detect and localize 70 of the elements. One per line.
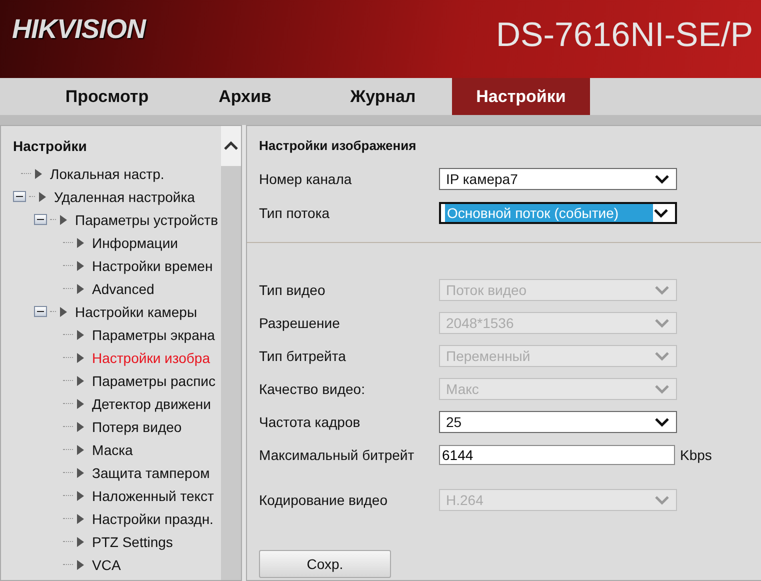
- tree-item[interactable]: Защита тампером: [92, 464, 210, 480]
- tree-item[interactable]: Параметры экрана: [92, 326, 215, 342]
- tree-item[interactable]: Локальная настр.: [50, 166, 164, 182]
- triangle-icon: [77, 536, 84, 546]
- triangle-icon: [77, 514, 84, 524]
- chevron-down-icon: [654, 350, 670, 360]
- tree-item[interactable]: Удаленная настройка: [54, 188, 195, 204]
- device-model: DS-7616NI-SE/P: [496, 16, 753, 54]
- field-label: Кодирование видео: [259, 492, 388, 508]
- tree-item[interactable]: Информации: [92, 234, 178, 250]
- tree-item[interactable]: Настройки праздн.: [92, 510, 214, 526]
- tree-item[interactable]: Настройки камеры: [75, 304, 198, 320]
- chevron-down-icon: [653, 208, 669, 218]
- field-label: Тип потока: [259, 205, 331, 221]
- triangle-icon: [60, 306, 67, 316]
- tree-item[interactable]: Параметры распис: [92, 372, 216, 388]
- triangle-icon: [77, 444, 84, 454]
- tree-item[interactable]: Advanced: [92, 280, 154, 296]
- triangle-icon: [77, 352, 84, 362]
- chevron-down-icon: [654, 416, 670, 426]
- collapse-toggle[interactable]: [34, 214, 47, 225]
- field-label: Номер канала: [259, 171, 353, 187]
- dropdown[interactable]: IP камера7: [439, 168, 677, 190]
- field-label: Максимальный битрейт: [259, 446, 416, 462]
- scrollbar[interactable]: [221, 126, 241, 580]
- triangle-icon: [77, 560, 84, 570]
- tree-item[interactable]: Маска: [92, 442, 133, 458]
- triangle-icon: [77, 398, 84, 408]
- save-button[interactable]: Сохр.: [259, 550, 391, 578]
- collapse-toggle[interactable]: [13, 191, 26, 202]
- collapse-toggle[interactable]: [34, 306, 47, 317]
- tree-item[interactable]: Потеря видео: [92, 418, 182, 434]
- nav-tab[interactable]: Настройки: [452, 78, 590, 115]
- triangle-icon: [60, 214, 67, 224]
- tree-item[interactable]: Детектор движени: [92, 396, 211, 412]
- dropdown[interactable]: 25: [439, 410, 677, 432]
- triangle-icon: [77, 260, 84, 270]
- triangle-icon: [77, 330, 84, 340]
- field-label: Разрешение: [259, 314, 341, 330]
- triangle-icon: [39, 192, 46, 202]
- unit-label: Kbps: [680, 446, 712, 462]
- tree-item[interactable]: PTZ Settings: [92, 534, 173, 550]
- tree-item[interactable]: Параметры устройств: [75, 212, 218, 228]
- triangle-icon: [77, 490, 84, 500]
- panel-title: Настройки изображения: [259, 138, 418, 153]
- sidebar-title: Настройки: [13, 138, 88, 154]
- tree-item[interactable]: VCA: [92, 556, 121, 572]
- triangle-icon: [77, 376, 84, 386]
- triangle-icon: [77, 468, 84, 478]
- field-label: Качество видео:: [259, 380, 366, 396]
- nav-tab[interactable]: Просмотр: [38, 78, 176, 115]
- nav-tab[interactable]: Журнал: [314, 78, 452, 115]
- chevron-up-icon[interactable]: [223, 141, 239, 151]
- field-label: Тип видео: [259, 282, 326, 298]
- triangle-icon: [77, 284, 84, 294]
- chevron-down-icon: [654, 284, 670, 294]
- triangle-icon: [77, 238, 84, 248]
- triangle-icon: [77, 422, 84, 432]
- brand-logo: HIKVISION: [12, 14, 146, 44]
- triangle-icon: [35, 168, 42, 178]
- field-label: Частота кадров: [259, 414, 362, 430]
- nav-tab[interactable]: Архив: [176, 78, 314, 115]
- bitrate-field[interactable]: 6144: [439, 444, 675, 464]
- chevron-down-icon: [654, 494, 670, 504]
- chevron-down-icon: [654, 174, 670, 184]
- field-label: Тип битрейта: [259, 348, 347, 364]
- chevron-down-icon: [654, 384, 670, 394]
- tree-item[interactable]: Настройки времен: [92, 258, 213, 274]
- tree-item[interactable]: Наложенный текст: [92, 488, 214, 504]
- chevron-down-icon: [654, 318, 670, 328]
